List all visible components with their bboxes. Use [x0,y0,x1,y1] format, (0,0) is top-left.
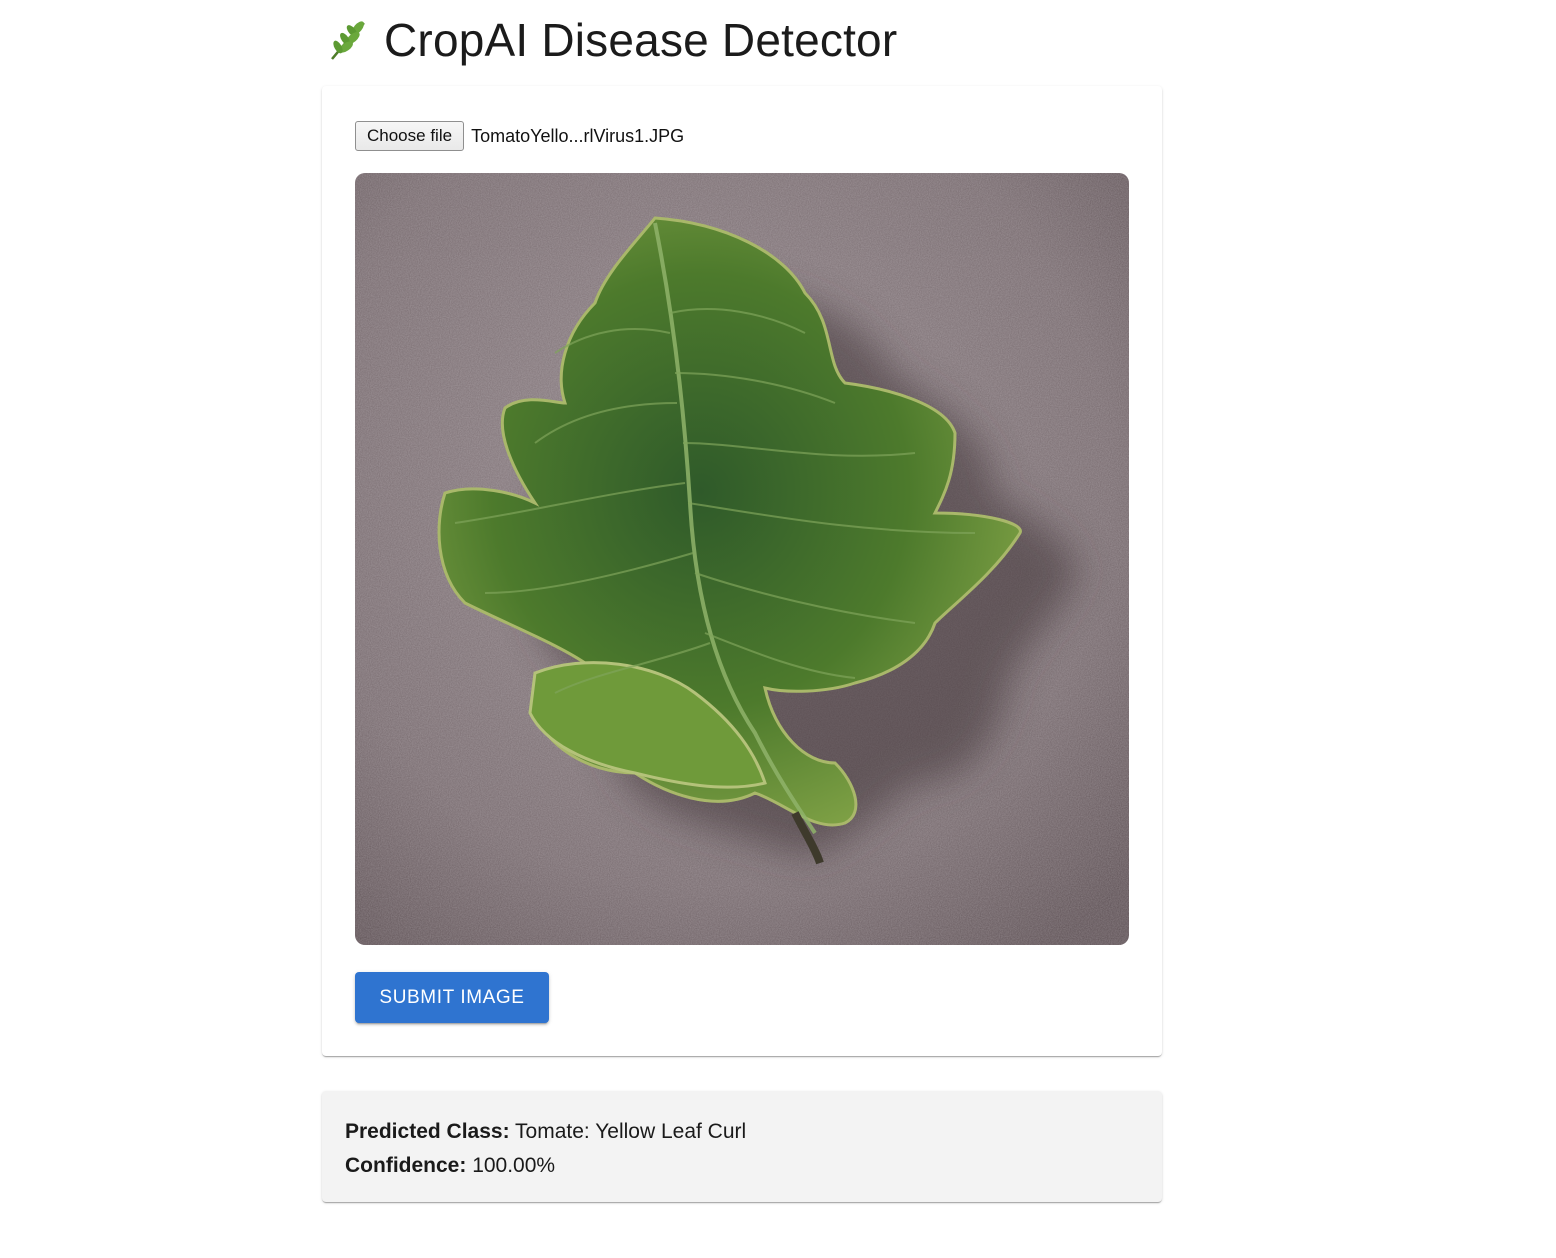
predicted-class-value: Tomate: Yellow Leaf Curl [515,1120,747,1143]
prediction-result: Predicted Class: Tomate: Yellow Leaf Cur… [322,1091,1162,1202]
predicted-class-row: Predicted Class: Tomate: Yellow Leaf Cur… [345,1115,1139,1149]
page-title: CropAI Disease Detector [322,0,1162,80]
app-container: CropAI Disease Detector Choose file Toma… [322,0,1162,1202]
leaf-photo [355,173,1129,945]
confidence-label: Confidence: [345,1154,467,1177]
confidence-row: Confidence: 100.00% [345,1149,1139,1183]
submit-image-button[interactable]: Submit Image [355,972,549,1023]
upload-card: Choose file TomatoYello...rlVirus1.JPG S… [322,86,1162,1056]
selected-file-name: TomatoYello...rlVirus1.JPG [471,125,685,146]
herb-leaf-icon [322,15,372,65]
page-title-text: CropAI Disease Detector [384,14,898,66]
predicted-class-label: Predicted Class: [345,1120,510,1143]
confidence-value: 100.00% [472,1154,556,1177]
choose-file-button[interactable]: Choose file [355,121,465,151]
file-input[interactable]: Choose file TomatoYello...rlVirus1.JPG [355,121,684,151]
image-preview [355,173,1129,945]
